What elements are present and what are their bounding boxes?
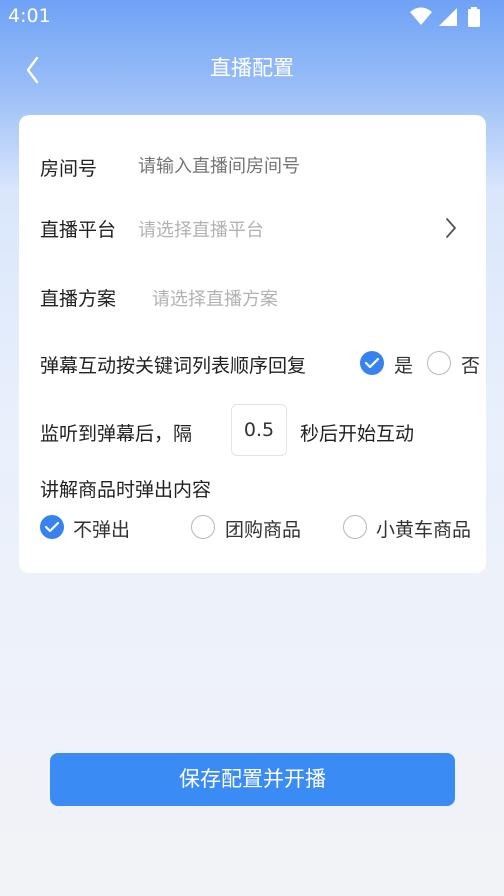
status-time: 4:01 [8,5,51,27]
save-and-start-button[interactable]: 保存配置并开播 [50,753,455,806]
popup-none-radio[interactable] [40,515,64,539]
popup-cart-label: 小黄车商品 [376,519,472,541]
platform-placeholder: 请选择直播平台 [138,220,264,241]
battery-icon [468,7,480,27]
keyword-order-yes-label: 是 [394,355,414,377]
delay-suffix: 秒后开始互动 [300,423,415,445]
popup-content-label: 讲解商品时弹出内容 [40,479,212,501]
popup-cart-radio[interactable] [343,515,367,539]
wifi-icon [410,7,432,25]
check-icon [44,521,60,533]
signal-icon [439,8,457,26]
plan-placeholder: 请选择直播方案 [152,289,278,310]
plan-row[interactable]: 直播方案 请选择直播方案 [19,272,486,322]
keyword-order-no-label: 否 [461,355,481,377]
room-number-input[interactable] [138,153,458,179]
delay-prefix: 监听到弹幕后，隔 [40,423,193,445]
popup-none-label: 不弹出 [73,519,131,541]
config-card: 房间号 直播平台 请选择直播平台 直播方案 请选择直播方案 弹幕互动按关键词列表… [19,115,486,573]
chevron-right-icon [446,218,456,238]
status-bar: 4:01 [0,0,504,34]
plan-label: 直播方案 [40,288,117,310]
delay-seconds-input[interactable]: 0.5 [231,404,287,456]
platform-row[interactable]: 直播平台 请选择直播平台 [19,203,486,253]
keyword-order-yes-radio[interactable] [360,351,384,375]
keyword-order-no-radio[interactable] [427,351,451,375]
popup-group-buy-radio[interactable] [191,515,215,539]
check-icon [364,357,380,369]
popup-group-buy-label: 团购商品 [225,519,302,541]
nav-bar: 直播配置 [0,40,504,92]
room-number-label: 房间号 [40,158,98,180]
keyword-order-label: 弹幕互动按关键词列表顺序回复 [40,355,307,377]
platform-label: 直播平台 [40,219,117,241]
page-title: 直播配置 [210,56,294,80]
